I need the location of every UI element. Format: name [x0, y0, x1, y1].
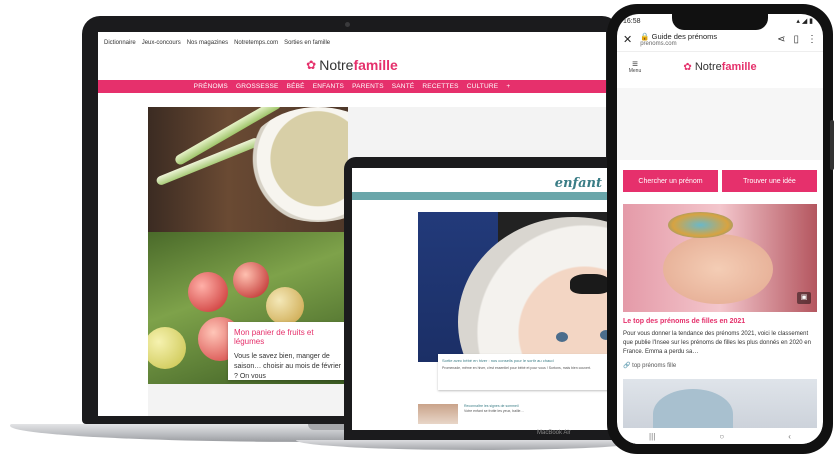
menu-button[interactable]: ≡ Menu: [623, 60, 647, 74]
android-nav-bar: ||| ○ ‹: [617, 428, 823, 444]
topbar-link-sorties[interactable]: Sorties en famille: [284, 40, 330, 46]
baby-hood-image[interactable]: [418, 212, 628, 362]
recent-apps-icon[interactable]: |||: [649, 432, 655, 441]
apple-shape-2: [233, 262, 269, 298]
link-icon: 🔗: [623, 363, 631, 369]
more-vert-icon[interactable]: ⋮: [807, 34, 817, 45]
nav-item-enfants[interactable]: ENFANTS: [313, 83, 344, 90]
article-excerpt: Pour vous donner la tendance des prénoms…: [623, 331, 811, 355]
laptop-main-nav: PRÉNOMS GROSSESSE BÉBÉ ENFANTS PARENTS S…: [98, 80, 606, 93]
home-icon[interactable]: ○: [719, 432, 724, 441]
logo-right: famille: [721, 61, 757, 73]
phone-site-header: ≡ Menu ✿ Notrefamille: [617, 52, 823, 82]
nav-item-grossesse[interactable]: GROSSESSE: [236, 83, 279, 90]
browser-url-bar: ✕ 🔒 Guide des prénoms prenoms.com ⋖ ▯ ⋮: [617, 28, 823, 52]
newborn-image[interactable]: ▣: [623, 204, 817, 312]
bookmark-icon[interactable]: ▯: [793, 34, 799, 45]
page-title: Guide des prénoms: [651, 32, 718, 41]
article-tag[interactable]: 🔗 top prénoms fille: [623, 362, 817, 369]
share-icon[interactable]: ⋖: [777, 34, 785, 45]
small-article-title[interactable]: Sortie avec bébé en hiver : nos conseils…: [442, 358, 624, 363]
nav-item-more[interactable]: +: [506, 83, 510, 90]
laptop-article-excerpt: Vous le savez bien, manger de saison… ch…: [234, 353, 341, 380]
small-article-card[interactable]: Sortie avec bébé en hiver : nos conseils…: [438, 354, 628, 390]
page-domain: prenoms.com: [640, 41, 677, 47]
small-laptop-brand-label: MacBook Air: [537, 430, 571, 436]
topbar-link-magazines[interactable]: Nos magazines: [187, 40, 228, 46]
topbar-link-dictionnaire[interactable]: Dictionnaire: [104, 40, 136, 46]
device-mockup-scene: Dictionnaire Jeux-concours Nos magazines…: [0, 0, 839, 454]
ad-placeholder: [617, 88, 823, 160]
small-laptop-base: [296, 440, 656, 450]
small-row-excerpt: Votre enfant se frotte les yeux, baille…: [464, 409, 524, 413]
phone-screen: 16:58 ▴ ◢ ▮ ✕ 🔒 Guide des prénoms prenom…: [617, 14, 823, 444]
nav-item-culture[interactable]: CULTURE: [467, 83, 499, 90]
small-article-row-text: Reconnaître les signes de sommeil Votre …: [464, 404, 524, 428]
small-article-excerpt: Promenade, même en hiver, c'est essentie…: [442, 366, 592, 370]
nav-item-sante[interactable]: SANTÉ: [392, 83, 415, 90]
gallery-icon[interactable]: ▣: [797, 292, 811, 304]
flower-logo-icon: ✿: [306, 58, 317, 72]
close-icon[interactable]: ✕: [623, 33, 632, 46]
back-icon[interactable]: ‹: [788, 432, 791, 441]
action-buttons: Chercher un prénom Trouver une idée: [617, 160, 823, 192]
flower-logo-icon: ✿: [683, 62, 692, 73]
lock-icon: 🔒: [640, 32, 650, 41]
small-topbar: [352, 168, 628, 176]
logo-left: Notre: [694, 61, 722, 73]
logo-right: famille: [353, 57, 398, 73]
flower-headband-shape: [668, 212, 733, 238]
apple-shape: [188, 272, 228, 312]
search-name-button[interactable]: Chercher un prénom: [623, 170, 718, 192]
article-title[interactable]: Le top des prénoms de filles en 2021: [623, 318, 817, 325]
baby-shape: [663, 234, 773, 304]
phone-site-logo[interactable]: ✿ Notrefamille: [647, 61, 817, 73]
green-apple-shape: [148, 327, 186, 369]
laptop-camera: [345, 22, 350, 27]
small-laptop-screen: enfant Sortie avec bébé en hiver : nos c…: [352, 168, 628, 430]
status-time: 16:58: [623, 17, 641, 25]
url-area[interactable]: 🔒 Guide des prénoms prenoms.com: [640, 32, 769, 47]
nav-item-bebe[interactable]: BÉBÉ: [287, 83, 305, 90]
laptop-article-title[interactable]: Mon panier de fruits et légumes: [234, 328, 342, 346]
enfant-site-logo[interactable]: enfant: [352, 176, 628, 192]
laptop-topbar: Dictionnaire Jeux-concours Nos magazines…: [98, 32, 606, 54]
soup-bowl-shape: [243, 107, 348, 222]
phone-side-button: [830, 120, 834, 170]
small-main-nav: [352, 192, 628, 200]
bear-ears-shape: [570, 274, 610, 294]
status-icons: ▴ ◢ ▮: [796, 18, 813, 25]
menu-label: Menu: [628, 68, 642, 74]
article-tag-label: top prénoms fille: [632, 363, 677, 369]
nav-item-parents[interactable]: PARENTS: [352, 83, 384, 90]
nav-item-prenoms[interactable]: PRÉNOMS: [194, 83, 228, 90]
hero-soup-image[interactable]: [148, 107, 348, 232]
phone-notch: [672, 14, 768, 30]
eye-shape: [556, 332, 568, 342]
topbar-link-jeux[interactable]: Jeux-concours: [142, 40, 181, 46]
laptop-article-card[interactable]: Mon panier de fruits et légumes Vous le …: [228, 322, 348, 380]
logo-left: Notre: [319, 57, 354, 73]
topbar-link-notretemps[interactable]: Notretemps.com: [234, 40, 278, 46]
nav-item-recettes[interactable]: RECETTES: [422, 83, 458, 90]
laptop-site-logo[interactable]: ✿ Notrefamille: [98, 54, 606, 76]
small-article-row[interactable]: Reconnaître les signes de sommeil Votre …: [418, 404, 628, 428]
small-article-thumb[interactable]: [418, 404, 458, 424]
pear-shape: [266, 287, 304, 325]
find-idea-button[interactable]: Trouver une idée: [722, 170, 817, 192]
